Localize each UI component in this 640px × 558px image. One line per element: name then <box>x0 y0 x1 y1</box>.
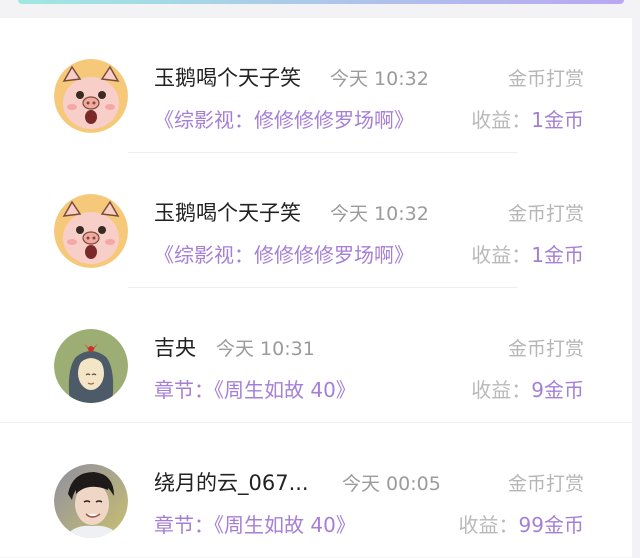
earnings: 收益：99金币 <box>459 509 584 538</box>
top-gradient-bar <box>18 0 624 4</box>
earnings-value: 1金币 <box>531 243 584 267</box>
earnings: 收益：1金币 <box>471 239 584 268</box>
user-name[interactable]: 吉央 <box>154 332 196 362</box>
right-edge <box>632 18 640 557</box>
earnings-value: 9金币 <box>531 378 584 402</box>
reward-list: 玉鹅喝个天子笑 今天 10:32 金币打赏 《综影视：修修修修罗场啊》 收益：1… <box>0 18 632 558</box>
reward-time: 今天 00:05 <box>342 473 441 495</box>
reward-type: 金币打赏 <box>507 203 584 225</box>
earnings-value: 99金币 <box>518 513 584 537</box>
work-title-text: 《综影视：修修修修罗场啊》 <box>154 108 414 132</box>
earnings: 收益：9金币 <box>471 374 584 403</box>
earnings-label: 收益： <box>471 243 532 267</box>
earnings-label: 收益： <box>471 378 532 402</box>
user-name[interactable]: 玉鹅喝个天子笑 <box>154 197 301 227</box>
reward-type: 金币打赏 <box>507 338 584 360</box>
work-title-text: 《综影视：修修修修罗场啊》 <box>154 243 414 267</box>
list-item[interactable]: 玉鹅喝个天子笑 今天 10:32 金币打赏 《综影视：修修修修罗场啊》 收益：1… <box>0 18 632 153</box>
reward-time: 今天 10:31 <box>216 338 315 360</box>
work-title[interactable]: 章节：《周生如故 40》 <box>154 509 356 538</box>
list-item[interactable]: 绕月的云_067... 今天 00:05 金币打赏 章节：《周生如故 40》 收… <box>0 423 632 558</box>
work-prefix: 章节： <box>154 513 214 537</box>
girl-avatar-icon[interactable] <box>54 329 128 403</box>
earnings-label: 收益： <box>458 513 519 537</box>
work-prefix: 章节： <box>154 378 214 402</box>
reward-time: 今天 10:32 <box>330 203 429 225</box>
work-title[interactable]: 《综影视：修修修修罗场啊》 <box>154 104 414 133</box>
user-name[interactable]: 绕月的云_067... <box>154 467 309 497</box>
earnings: 收益：1金币 <box>471 104 584 133</box>
user-name[interactable]: 玉鹅喝个天子笑 <box>154 62 301 92</box>
earnings-value: 1金币 <box>531 108 584 132</box>
top-strip <box>0 0 640 18</box>
person-photo-avatar[interactable] <box>54 464 128 538</box>
pig-avatar-icon[interactable] <box>54 194 128 268</box>
work-title[interactable]: 章节：《周生如故 40》 <box>154 374 356 403</box>
work-title[interactable]: 《综影视：修修修修罗场啊》 <box>154 239 414 268</box>
pig-avatar-icon[interactable] <box>54 59 128 133</box>
work-title-text: 《周生如故 40》 <box>214 513 356 537</box>
reward-time: 今天 10:32 <box>330 68 429 90</box>
work-title-text: 《周生如故 40》 <box>214 378 356 402</box>
list-item[interactable]: 吉央 今天 10:31 金币打赏 章节：《周生如故 40》 收益：9金币 <box>0 288 632 423</box>
reward-type: 金币打赏 <box>507 68 584 90</box>
reward-type: 金币打赏 <box>507 473 584 495</box>
list-item[interactable]: 玉鹅喝个天子笑 今天 10:32 金币打赏 《综影视：修修修修罗场啊》 收益：1… <box>0 153 632 288</box>
earnings-label: 收益： <box>471 108 532 132</box>
